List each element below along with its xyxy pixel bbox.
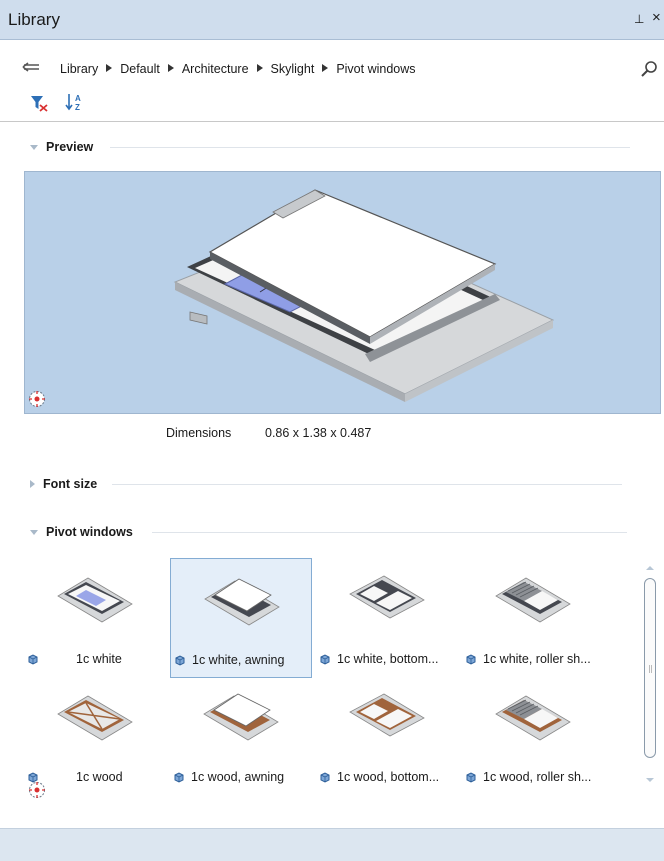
section-divider	[152, 532, 627, 533]
pivot-window-thumbnail	[57, 695, 133, 741]
library-item-name: 1c wood	[76, 770, 123, 784]
pivot-window-thumbnail	[349, 693, 425, 737]
section-divider	[110, 147, 630, 148]
pivot-window-thumbnail	[203, 693, 279, 741]
svg-text:A: A	[75, 94, 81, 103]
library-item[interactable]: 1c white, bottom...	[316, 556, 458, 676]
preview-viewport[interactable]	[24, 171, 661, 414]
library-item-name: 1c white, roller sh...	[483, 652, 591, 666]
breadcrumb: Library Default Architecture Skylight Pivot …	[60, 62, 416, 76]
scroll-up-arrow-icon[interactable]	[646, 566, 654, 570]
library-item-label: 1c white, roller sh...	[462, 652, 604, 666]
dimensions-label: Dimensions	[166, 426, 232, 440]
cube-icon	[466, 654, 476, 665]
library-item[interactable]: 1c wood	[24, 674, 166, 794]
pivot-window-thumbnail	[57, 577, 133, 623]
filter-icon[interactable]	[30, 94, 48, 112]
collapse-arrow-icon	[30, 529, 38, 535]
library-item-name: 1c wood, bottom...	[337, 770, 440, 784]
library-item-name: 1c white, awning	[192, 653, 285, 667]
library-item-label: 1c white, bottom...	[316, 652, 458, 666]
vertical-scrollbar[interactable]	[642, 566, 658, 782]
cube-icon	[466, 772, 476, 783]
pivot-window-thumbnail	[495, 577, 571, 623]
cube-icon	[28, 654, 38, 665]
expand-arrow-icon	[30, 480, 35, 488]
sort-az-icon[interactable]: A Z	[64, 92, 84, 112]
library-item-name: 1c wood, awning	[191, 770, 285, 784]
library-item[interactable]: 1c white	[24, 556, 166, 676]
search-icon[interactable]	[640, 60, 658, 78]
panel-titlebar: Library ⊥ ×	[0, 0, 664, 40]
section-font-size-header[interactable]: Font size	[30, 474, 97, 494]
arrow-left-icon[interactable]	[22, 62, 40, 72]
breadcrumb-separator-icon	[106, 64, 113, 72]
section-font-size-label: Font size	[43, 477, 98, 491]
panel-title: Library	[8, 10, 60, 29]
pin-icon[interactable]: ⊥	[634, 12, 644, 26]
library-item[interactable]: 1c wood, bottom...	[316, 674, 458, 794]
breadcrumb-item-architecture[interactable]: Architecture	[182, 62, 249, 76]
toolbar: A Z	[0, 86, 664, 122]
breadcrumb-item-library[interactable]: Library	[60, 62, 98, 76]
pivot-window-thumbnail	[204, 578, 280, 626]
breadcrumb-separator-icon	[167, 64, 174, 72]
library-item[interactable]: 1c wood, roller sh...	[462, 674, 604, 794]
library-item-name: 1c white	[76, 652, 122, 666]
library-item[interactable]: 1c wood, awning	[170, 674, 312, 794]
scroll-down-arrow-icon[interactable]	[646, 778, 654, 782]
breadcrumb-separator-icon	[322, 64, 329, 72]
scrollbar-thumb[interactable]	[644, 578, 656, 758]
section-pivot-windows-header[interactable]: Pivot windows	[30, 522, 133, 542]
library-item-label: 1c wood, roller sh...	[462, 770, 604, 784]
close-icon[interactable]: ×	[652, 9, 661, 26]
dimensions-value: 0.86 x 1.38 x 0.487	[265, 426, 372, 440]
status-bar	[0, 828, 664, 861]
library-item-label: 1c white	[24, 652, 166, 666]
cube-icon	[320, 772, 330, 783]
svg-text:Z: Z	[75, 103, 80, 112]
section-preview-label: Preview	[46, 140, 94, 154]
cube-icon	[175, 655, 185, 666]
library-item-label: 1c white, awning	[171, 653, 313, 667]
breadcrumb-item-pivot-windows[interactable]: Pivot windows	[336, 62, 415, 76]
library-item-selected[interactable]: 1c white, awning	[170, 558, 312, 678]
collapse-arrow-icon	[30, 144, 38, 150]
library-item-name: 1c white, bottom...	[337, 652, 439, 666]
pivot-window-thumbnail	[495, 695, 571, 741]
pivot-window-thumbnail	[349, 575, 425, 619]
library-item-name: 1c wood, roller sh...	[483, 770, 592, 784]
breadcrumb-item-skylight[interactable]: Skylight	[271, 62, 315, 76]
pivot-window-3d-model	[173, 189, 555, 402]
section-pivot-windows-label: Pivot windows	[46, 525, 133, 539]
cube-icon	[320, 654, 330, 665]
library-item[interactable]: 1c white, roller sh...	[462, 556, 604, 676]
breadcrumb-bar: Library Default Architecture Skylight Pivot …	[0, 54, 664, 84]
navigation-compass-icon[interactable]	[28, 781, 46, 799]
section-preview-header[interactable]: Preview	[30, 137, 93, 157]
library-item-label: 1c wood, awning	[170, 770, 312, 784]
breadcrumb-separator-icon	[256, 64, 263, 72]
breadcrumb-item-default[interactable]: Default	[120, 62, 160, 76]
section-divider	[112, 484, 622, 485]
navigation-compass-icon[interactable]	[28, 390, 46, 408]
scrollbar-grip	[649, 665, 652, 673]
cube-icon	[174, 772, 184, 783]
library-item-label: 1c wood, bottom...	[316, 770, 458, 784]
